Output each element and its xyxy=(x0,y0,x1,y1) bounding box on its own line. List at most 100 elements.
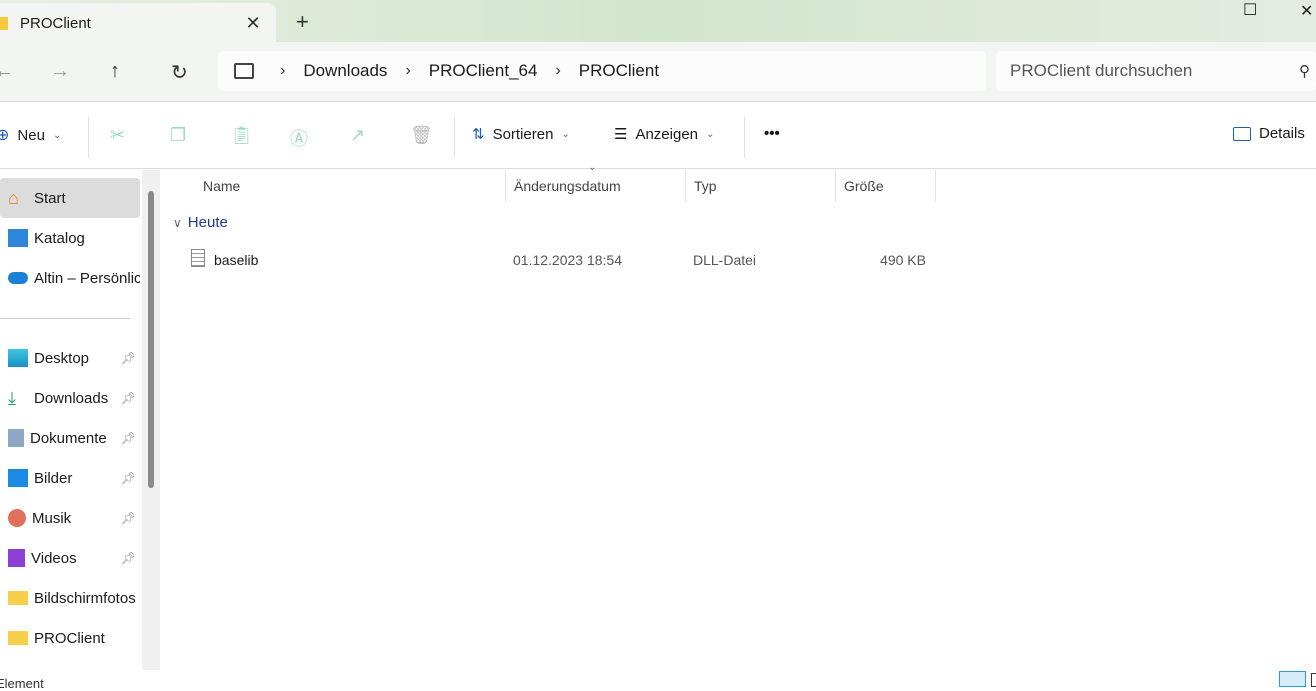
column-label: Typ xyxy=(694,178,717,194)
status-text: Element xyxy=(0,676,44,691)
forward-button[interactable]: → xyxy=(50,60,70,83)
tiles-view-toggle[interactable] xyxy=(1311,673,1316,687)
divider xyxy=(744,117,745,157)
chevron-right-icon: › xyxy=(555,62,561,79)
sidebar-item-label: Bilder xyxy=(34,469,73,487)
breadcrumb-proclient[interactable]: PROClient xyxy=(579,61,659,81)
pin-icon[interactable]: 📌︎ xyxy=(121,431,136,445)
folder-icon xyxy=(8,631,28,645)
paste-icon[interactable]: 📋︎ xyxy=(230,125,253,146)
pin-icon[interactable]: 📌︎ xyxy=(121,351,136,365)
new-label: Neu xyxy=(17,126,45,144)
back-button[interactable]: ← xyxy=(0,60,14,83)
search-input[interactable]: PROClient durchsuchen ⚲ xyxy=(996,51,1316,91)
share-icon[interactable]: ↗ xyxy=(350,125,365,146)
sidebar-item-proclient[interactable]: PROClient xyxy=(0,618,140,658)
new-tab-button[interactable]: + xyxy=(296,9,309,35)
details-pane-icon xyxy=(1233,126,1251,141)
column-header-type[interactable]: Typ xyxy=(686,170,836,202)
column-header-date[interactable]: Änderungsdatum ⌄ xyxy=(506,162,686,202)
delete-icon[interactable]: 🗑︎ xyxy=(410,125,433,146)
column-header-name[interactable]: Name xyxy=(195,170,506,202)
copy-icon[interactable]: ❐ xyxy=(170,125,186,146)
sidebar-item-label: Downloads xyxy=(34,389,109,407)
home-icon: ⌂ xyxy=(8,188,19,208)
breadcrumb-downloads[interactable]: Downloads xyxy=(303,61,387,81)
navigation-pane: ⌂ Start Katalog Altin – Persönlich Deskt… xyxy=(0,170,160,670)
column-label: Name xyxy=(203,178,241,194)
chevron-down-icon: ⌄ xyxy=(706,128,715,140)
breadcrumb-proclient-64[interactable]: PROClient_64 xyxy=(429,61,538,81)
file-date: 01.12.2023 18:54 xyxy=(513,252,622,268)
refresh-button[interactable]: ↻ xyxy=(171,60,188,85)
chevron-down-icon: ∨ xyxy=(173,216,182,230)
up-button[interactable]: ↑ xyxy=(110,60,120,83)
sidebar-item-onedrive[interactable]: Altin – Persönlich xyxy=(0,258,140,298)
scrollbar-thumb[interactable] xyxy=(148,191,154,488)
chevron-right-icon: › xyxy=(280,62,286,79)
close-window-button[interactable]: ✕ xyxy=(1300,1,1313,21)
music-icon xyxy=(8,509,26,527)
divider xyxy=(0,318,130,319)
sort-indicator-icon: ⌄ xyxy=(588,162,597,173)
sidebar-item-downloads[interactable]: ⤓ Downloads 📌︎ xyxy=(0,378,140,418)
tab-title: PROClient xyxy=(20,14,91,32)
file-list: Name Änderungsdatum ⌄ Typ Größe ∨ Heute ba… xyxy=(161,162,1316,670)
sidebar-item-label: Musik xyxy=(32,509,72,527)
plus-circle-icon: ⊕ xyxy=(0,127,10,144)
document-icon xyxy=(8,429,24,447)
sidebar-item-musik[interactable]: Musik 📌︎ xyxy=(0,498,140,538)
pin-icon[interactable]: 📌︎ xyxy=(121,391,136,405)
sidebar-item-label: Dokumente xyxy=(30,429,107,447)
title-bar: PROClient ✕ + ☐ ✕ xyxy=(0,0,1316,43)
pictures-icon xyxy=(8,469,28,487)
close-tab-button[interactable]: ✕ xyxy=(238,13,268,34)
sidebar-item-label: PROClient xyxy=(34,629,105,647)
file-name: baselib xyxy=(214,252,259,268)
sidebar-item-desktop[interactable]: Desktop 📌︎ xyxy=(0,338,140,378)
chevron-down-icon: ⌄ xyxy=(52,129,62,141)
search-placeholder: PROClient durchsuchen xyxy=(1010,61,1193,80)
sort-button[interactable]: ⇅ Sortieren ⌄ xyxy=(472,125,570,144)
new-button[interactable]: ⊕ Neu ⌄ xyxy=(0,125,61,145)
sidebar-item-label: Katalog xyxy=(34,229,85,247)
details-label: Details xyxy=(1259,125,1305,142)
scrollbar-track[interactable] xyxy=(142,170,160,670)
sidebar-item-label: Altin – Persönlich xyxy=(34,269,140,287)
sidebar-item-katalog[interactable]: Katalog xyxy=(0,218,140,258)
table-row[interactable]: baselib 01.12.2023 18:54 DLL-Datei 490 K… xyxy=(161,246,936,276)
divider xyxy=(88,117,89,157)
sidebar-item-label: Desktop xyxy=(34,349,90,367)
details-view-toggle[interactable] xyxy=(1279,671,1306,687)
group-header-heute[interactable]: ∨ Heute xyxy=(173,214,228,231)
view-icon: ☰ xyxy=(614,126,628,143)
video-icon xyxy=(8,549,25,567)
maximize-button[interactable]: ☐ xyxy=(1243,0,1257,20)
folder-icon xyxy=(0,16,8,30)
desktop-icon xyxy=(8,349,28,367)
pin-icon[interactable]: 📌︎ xyxy=(121,471,136,485)
details-button[interactable]: Details xyxy=(1233,125,1305,142)
chevron-right-icon: › xyxy=(405,62,411,79)
folder-icon xyxy=(8,591,28,605)
search-icon: ⚲ xyxy=(1299,63,1310,80)
column-header-size[interactable]: Größe xyxy=(836,170,936,202)
cut-icon[interactable]: ✂ xyxy=(110,125,125,146)
view-button[interactable]: ☰ Anzeigen ⌄ xyxy=(614,125,715,144)
sidebar-item-label: Videos xyxy=(31,549,77,567)
navigation-bar: ← → ↑ ↻ › Downloads › PROClient_64 › PRO… xyxy=(0,42,1316,102)
sidebar-item-dokumente[interactable]: Dokumente 📌︎ xyxy=(0,418,140,458)
more-options-button[interactable]: ••• xyxy=(764,125,780,142)
download-icon: ⤓ xyxy=(8,388,16,408)
sidebar-item-start[interactable]: ⌂ Start xyxy=(0,178,140,218)
pin-icon[interactable]: 📌︎ xyxy=(121,511,136,525)
sidebar-item-videos[interactable]: Videos 📌︎ xyxy=(0,538,140,578)
sidebar-item-bildschirmfotos[interactable]: Bildschirmfotos xyxy=(0,578,140,618)
sidebar-item-bilder[interactable]: Bilder 📌︎ xyxy=(0,458,140,498)
sort-label: Sortieren xyxy=(492,125,554,143)
pin-icon[interactable]: 📌︎ xyxy=(121,551,136,565)
column-label: Änderungsdatum xyxy=(514,178,621,194)
tab-proclient[interactable]: PROClient ✕ xyxy=(0,3,276,43)
address-bar[interactable]: › Downloads › PROClient_64 › PROClient xyxy=(218,51,986,91)
rename-icon[interactable]: Ⓐ xyxy=(290,125,308,151)
